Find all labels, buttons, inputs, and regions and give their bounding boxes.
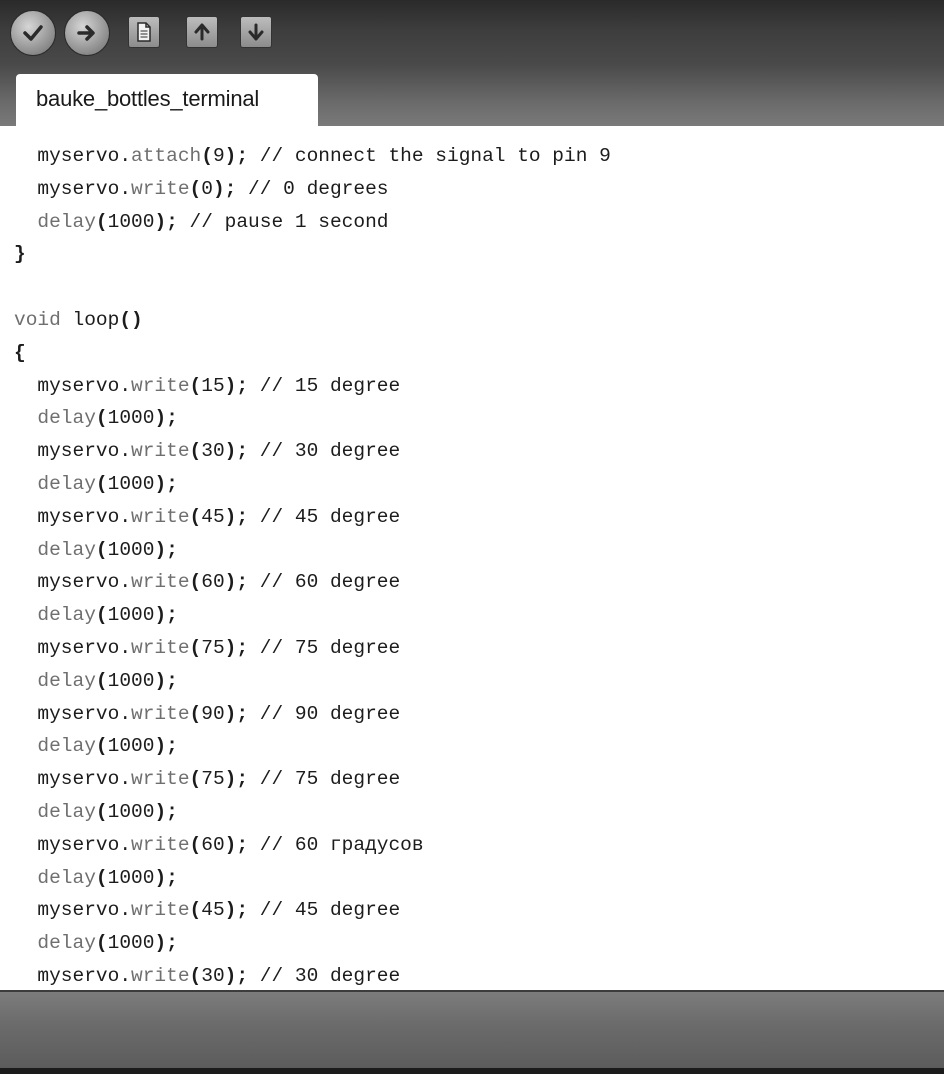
code-line: myservo.write(45); // 45 degree <box>14 899 401 922</box>
code-line: myservo.attach(9); // connect the signal… <box>14 145 611 167</box>
new-file-icon <box>137 22 151 42</box>
code-line: delay(1000); <box>37 669 178 692</box>
code-line: myservo.write(60); // 60 градусов <box>14 833 424 856</box>
verify-button[interactable] <box>10 10 56 56</box>
code-editor[interactable]: myservo.attach(9); // connect the signal… <box>0 126 944 990</box>
code-line: myservo.write(0); // 0 degrees <box>14 177 389 200</box>
upload-button[interactable] <box>64 10 110 56</box>
toolbar <box>0 0 944 67</box>
code-line: myservo.write(30); // 30 degree <box>14 965 401 987</box>
save-button[interactable] <box>240 16 272 48</box>
tab-bar: bauke_bottles_terminal <box>0 66 944 128</box>
code-line: delay(1000); <box>37 801 178 823</box>
code-line: delay(1000); <box>37 538 178 561</box>
new-button[interactable] <box>128 16 160 48</box>
code-line: myservo.write(15); // 15 degree <box>14 374 401 397</box>
check-icon <box>23 25 43 41</box>
code-line: myservo.write(90); // 90 degree <box>14 702 401 725</box>
code-line: delay(1000); <box>37 407 178 430</box>
code-line: myservo.write(75); // 75 degree <box>14 768 401 791</box>
code-line: delay(1000); <box>37 604 178 627</box>
arrow-right-icon <box>77 25 95 41</box>
code-line: myservo.write(60); // 60 degree <box>14 571 401 594</box>
code-line: delay(1000); // pause 1 second <box>37 210 389 233</box>
code-line: void loop() <box>14 309 143 331</box>
code-line: delay(1000); <box>37 735 178 758</box>
code-line: myservo.write(45); // 45 degree <box>14 505 401 528</box>
arrow-up-icon <box>194 23 210 41</box>
code-line: myservo.write(75); // 75 degree <box>14 637 401 659</box>
code-line: { <box>14 341 26 364</box>
code-line: delay(1000); <box>37 866 178 889</box>
code-line: delay(1000); <box>37 473 178 495</box>
open-button[interactable] <box>186 16 218 48</box>
code-line: } <box>14 243 26 266</box>
code-line: myservo.write(30); // 30 degree <box>14 440 401 463</box>
arrow-down-icon <box>248 23 264 41</box>
message-area <box>0 990 944 1074</box>
tab-label: bauke_bottles_terminal <box>36 86 260 111</box>
code-line: delay(1000); <box>37 932 178 955</box>
tab-sketch[interactable]: bauke_bottles_terminal <box>16 74 318 128</box>
status-bar <box>0 1068 944 1074</box>
